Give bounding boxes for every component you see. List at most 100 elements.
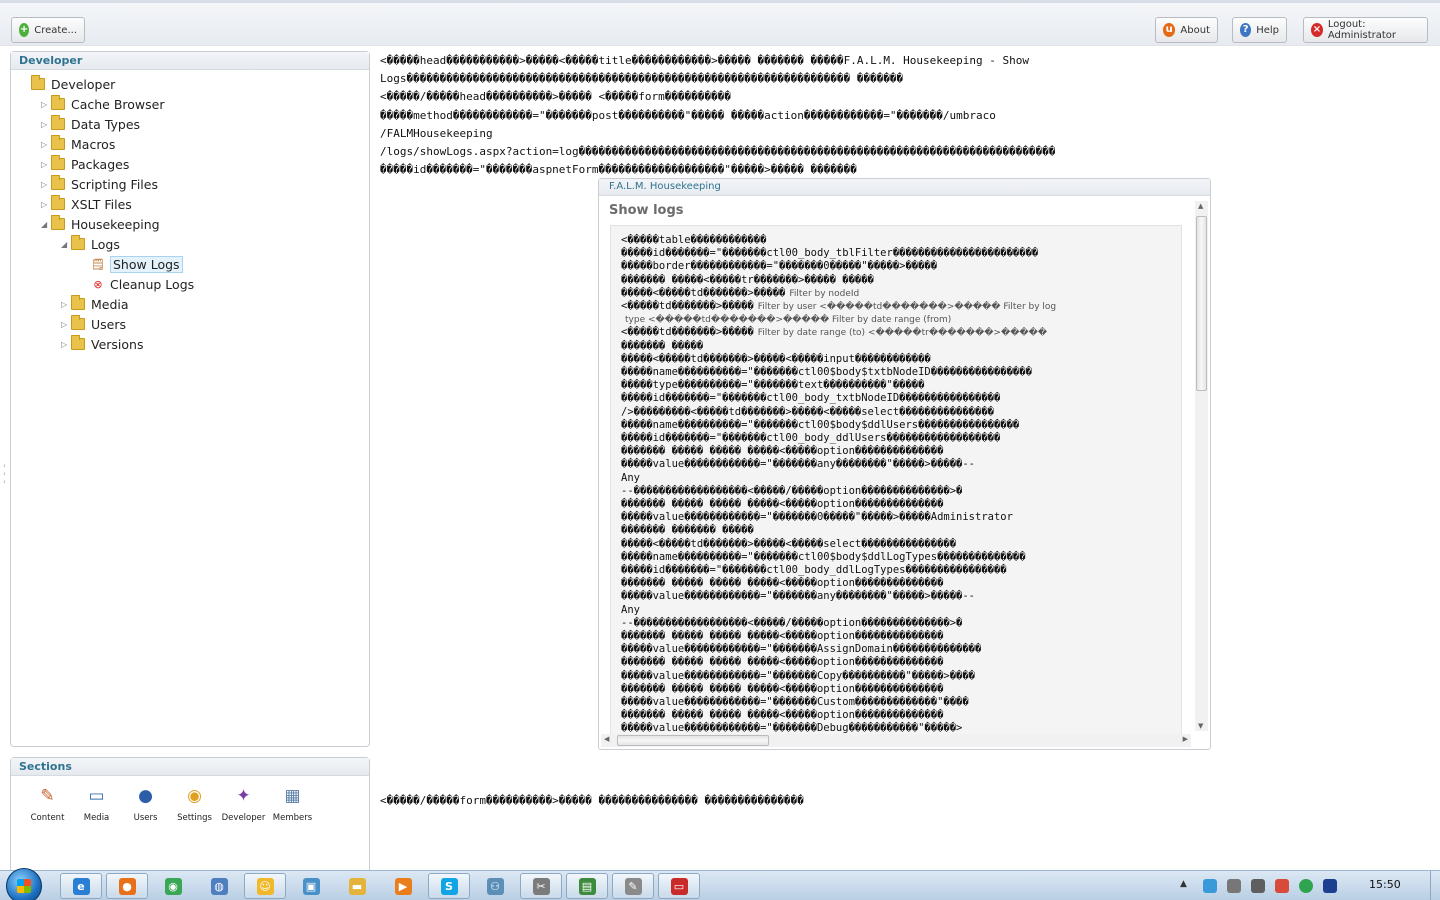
- expand-arrow-icon[interactable]: ▷: [61, 300, 71, 309]
- expand-arrow-icon[interactable]: ▷: [41, 180, 51, 189]
- taskbar-app[interactable]: ☺: [244, 873, 286, 899]
- taskbar-app[interactable]: ✂: [520, 873, 562, 899]
- taskbar-app[interactable]: ⚇: [474, 873, 516, 899]
- taskbar-app[interactable]: ◉: [152, 873, 194, 899]
- section-users[interactable]: ● Users: [121, 784, 170, 823]
- scroll-left-icon[interactable]: ◀: [604, 735, 609, 743]
- show-logs-title: Show logs: [609, 203, 684, 218]
- create-button[interactable]: + Create...: [11, 17, 85, 43]
- splitter-handle[interactable]: ‹ ‹ ‹: [3, 462, 7, 488]
- folder-icon: ▬: [348, 877, 366, 895]
- tree-item[interactable]: Developer: [21, 75, 115, 93]
- section-settings[interactable]: ◉ Settings: [170, 784, 219, 823]
- logout-button[interactable]: × Logout: Administrator: [1303, 17, 1428, 43]
- tree-item[interactable]: 🗒 Show Logs: [81, 255, 183, 273]
- code-line: �����value������������="�������AssignDom…: [621, 643, 981, 655]
- taskbar-app[interactable]: e: [60, 873, 102, 899]
- code-line: <�����table������������: [621, 234, 766, 246]
- expand-arrow-icon[interactable]: ▷: [61, 320, 71, 329]
- scroll-right-icon[interactable]: ▶: [1183, 735, 1188, 743]
- section-content[interactable]: ✎ Content: [23, 784, 72, 823]
- folder-icon: [71, 335, 85, 350]
- tree-item[interactable]: ◢ Logs: [61, 235, 120, 253]
- taskbar-app[interactable]: ▤: [566, 873, 608, 899]
- show-desktop-button[interactable]: [1430, 871, 1440, 900]
- skype-icon: S: [440, 877, 458, 895]
- code-line-text: �����value������������="�������any������…: [621, 590, 976, 603]
- taskbar-app[interactable]: ▬: [336, 873, 378, 899]
- tree-item[interactable]: ▷ XSLT Files: [41, 195, 132, 213]
- tree-item[interactable]: ▷ Users: [61, 315, 126, 333]
- section-developer[interactable]: ✦ Developer: [219, 784, 268, 823]
- vertical-scroll-thumb[interactable]: [1196, 216, 1207, 391]
- code-line-text: ������� ����� ����� �����<�����option���…: [621, 630, 944, 642]
- tray-security-icon[interactable]: [1323, 879, 1337, 893]
- tree-item[interactable]: ▷ Packages: [41, 155, 129, 173]
- tree-item-label: Scripting Files: [71, 176, 158, 192]
- tree-item[interactable]: ▷ Versions: [61, 335, 143, 353]
- tree-item[interactable]: ▷ Scripting Files: [41, 175, 158, 193]
- taskbar-app[interactable]: ●: [106, 873, 148, 899]
- help-button[interactable]: ? Help: [1232, 17, 1287, 43]
- show-logs-icon: 🗒: [91, 257, 105, 271]
- section-media[interactable]: ▭ Media: [72, 784, 121, 823]
- code-line: �����name����������="�������ctl00$body$d…: [621, 551, 1026, 563]
- taskbar-app[interactable]: ✎: [612, 873, 654, 899]
- tree-item[interactable]: ▷ Cache Browser: [41, 95, 165, 113]
- expand-arrow-icon[interactable]: ▷: [41, 200, 51, 209]
- tray-device-icon[interactable]: [1227, 879, 1241, 893]
- sections-panel: Sections ✎ Content ▭ Media ● Users ◉ Settings ✦ D…: [10, 757, 370, 877]
- tree-item-label: Packages: [71, 156, 130, 172]
- scroll-down-icon[interactable]: ▼: [1198, 722, 1203, 730]
- scroll-up-icon[interactable]: ▲: [1198, 202, 1203, 210]
- expand-arrow-icon[interactable]: ▷: [41, 100, 51, 109]
- collapse-arrow-icon[interactable]: ◢: [41, 220, 51, 229]
- network-icon: ⚇: [486, 877, 504, 895]
- tree-item[interactable]: ▷ Macros: [41, 135, 115, 153]
- help-icon: ?: [1240, 23, 1252, 37]
- tree-item[interactable]: ▷ Data Types: [41, 115, 140, 133]
- tray-display-icon[interactable]: [1251, 879, 1265, 893]
- expand-arrow-icon[interactable]: ▷: [41, 160, 51, 169]
- taskbar-app[interactable]: ▭: [658, 873, 700, 899]
- tray-sync-icon[interactable]: [1299, 879, 1313, 893]
- windows-explorer-icon: ▣: [302, 877, 320, 895]
- code-line: --������������������<�����/�����option��…: [621, 485, 962, 497]
- about-button-label: About: [1180, 24, 1210, 36]
- folder-icon: [31, 75, 45, 90]
- folder-icon: [71, 295, 85, 310]
- expand-arrow-icon[interactable]: ▷: [61, 340, 71, 349]
- taskbar-app[interactable]: ▶: [382, 873, 424, 899]
- code-line-text: ������� ����� ����� �����<�����option���…: [621, 656, 944, 669]
- code-line: ������� ������� �����: [621, 524, 754, 536]
- tray-volume-muted-icon[interactable]: [1275, 879, 1289, 893]
- horizontal-scrollbar[interactable]: ◀ ▶: [601, 734, 1191, 747]
- tree-item[interactable]: ▷ Media: [61, 295, 129, 313]
- section-members[interactable]: ▦ Members: [268, 784, 317, 823]
- code-line: ������� ����� ����� �����<�����option���…: [621, 709, 943, 721]
- tray-expand-icon[interactable]: ▲: [1180, 879, 1187, 889]
- collapse-arrow-icon[interactable]: ◢: [61, 240, 71, 249]
- expand-arrow-icon[interactable]: ▷: [41, 120, 51, 129]
- tree-item[interactable]: ⊗ Cleanup Logs: [81, 275, 194, 293]
- sections-panel-header: Sections: [11, 758, 369, 776]
- taskbar-app[interactable]: ▣: [290, 873, 332, 899]
- taskbar-clock[interactable]: 15:50: [1369, 878, 1401, 891]
- code-line-text: ������� ������� �����: [621, 524, 754, 537]
- raw-markup-line: �����method������������="�������post����…: [380, 108, 996, 122]
- code-line: �����name����������="�������ctl00$body$t…: [621, 366, 1032, 378]
- housekeeping-window: F.A.L.M. Housekeeping Show logs <�����ta…: [598, 178, 1211, 750]
- code-line: type <�����td�������>����� Filter by dat…: [621, 313, 951, 325]
- taskbar-app[interactable]: S: [428, 873, 470, 899]
- horizontal-scroll-thumb[interactable]: [617, 735, 769, 746]
- expand-arrow-icon[interactable]: ▷: [41, 140, 51, 149]
- ie-icon: e: [72, 877, 90, 895]
- tray-network-icon[interactable]: [1203, 879, 1217, 893]
- start-button[interactable]: [6, 868, 42, 900]
- tree-item[interactable]: ◢ Housekeeping: [41, 215, 160, 233]
- code-line-text: �����id�������="�������ctl00_body_ddlUse…: [621, 432, 1001, 444]
- vertical-scrollbar[interactable]: ▲ ▼: [1195, 201, 1208, 731]
- about-button[interactable]: u About: [1155, 17, 1218, 43]
- logout-icon: ×: [1311, 23, 1323, 37]
- taskbar-app[interactable]: ◍: [198, 873, 240, 899]
